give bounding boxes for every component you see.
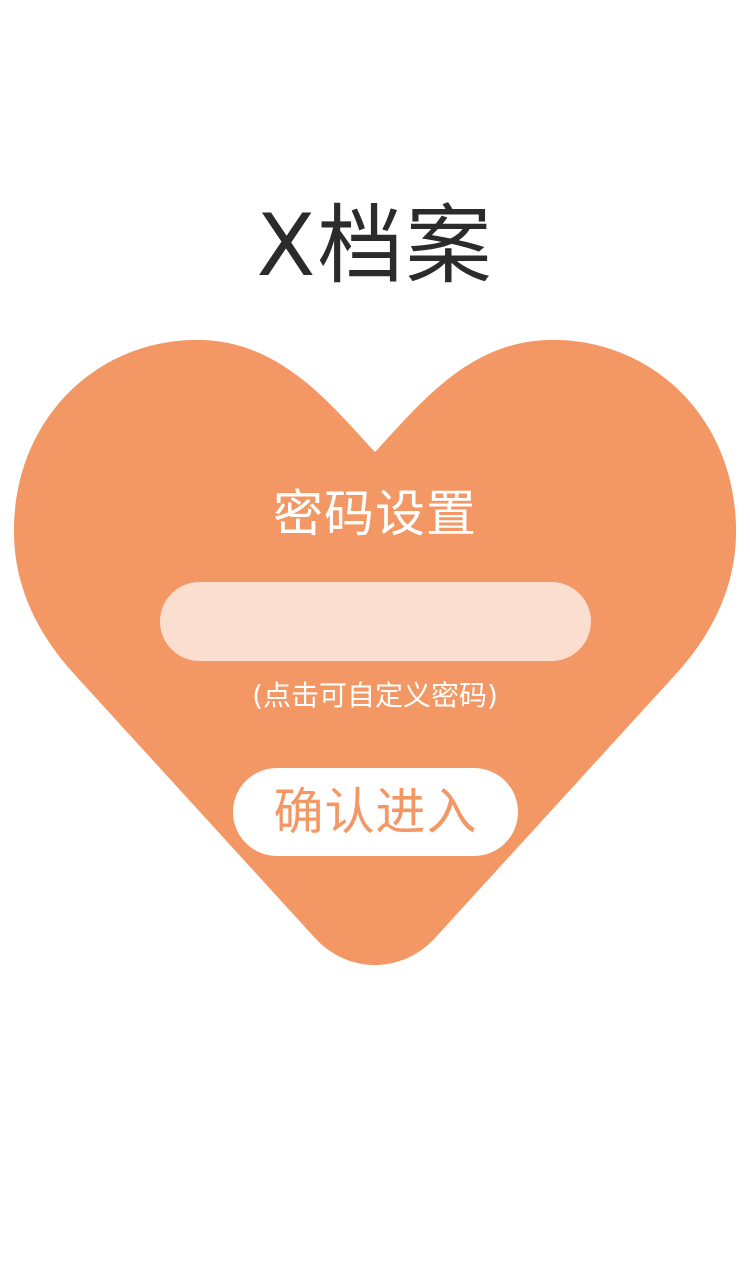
password-input[interactable] [160, 582, 591, 661]
password-hint: (点击可自定义密码) [252, 679, 498, 712]
password-setup-title: 密码设置 [273, 485, 477, 543]
confirm-enter-button[interactable]: 确认进入 [233, 768, 518, 856]
password-setup-screen: X档案 密码设置 (点击可自定义密码) 确认进入 [0, 0, 750, 1278]
